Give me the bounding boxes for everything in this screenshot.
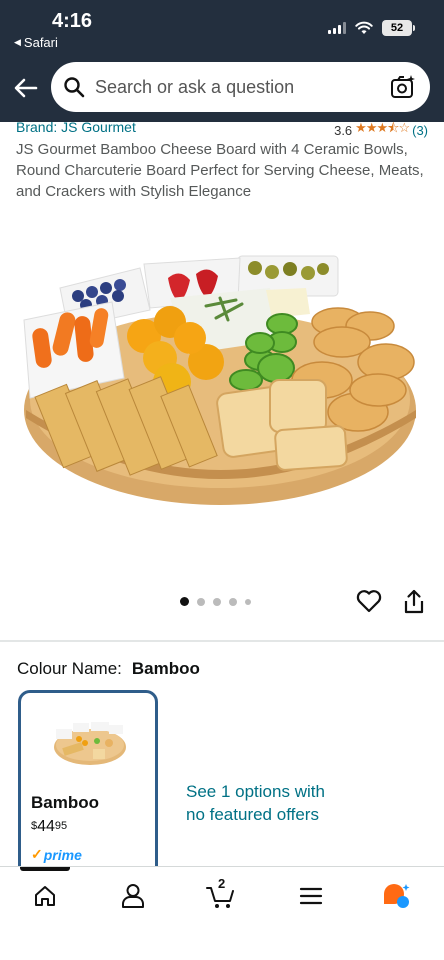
prime-check-icon: ✓ [31, 846, 43, 862]
price-whole: 44 [37, 818, 55, 835]
cellular-signal-icon [328, 22, 346, 34]
prime-badge: ✓ prime [31, 846, 82, 863]
carousel-dot[interactable] [180, 597, 189, 606]
search-bar[interactable] [51, 62, 430, 112]
share-icon[interactable] [403, 589, 425, 615]
back-arrow-icon[interactable] [12, 74, 40, 102]
variant-name: Bamboo [31, 793, 99, 812]
battery-icon: 52 [382, 20, 415, 36]
see-options-link[interactable]: See 1 options with no featured offers [186, 780, 336, 826]
nav-home[interactable] [30, 881, 60, 911]
wifi-icon [355, 21, 373, 34]
colour-value: Bamboo [131, 659, 200, 678]
rating-count: (3) [412, 122, 428, 138]
brand-link[interactable]: Brand: JS Gourmet [16, 119, 136, 141]
search-input[interactable] [95, 76, 390, 98]
variant-price: $ 44 95 [31, 818, 67, 836]
nav-cart[interactable]: 2 [206, 876, 236, 911]
back-to-safari[interactable]: ◀ Safari [14, 35, 58, 50]
status-icons: 52 [328, 20, 415, 36]
variant-thumbnail [54, 722, 126, 765]
colour-label: Colour Name: [17, 659, 122, 678]
carousel-dot[interactable] [229, 597, 237, 606]
rufus-assistant-icon [384, 884, 410, 908]
nav-account[interactable] [118, 881, 148, 911]
hamburger-menu-icon [299, 887, 323, 905]
section-divider [0, 640, 444, 642]
image-carousel-dots [180, 597, 251, 606]
rating-summary[interactable]: 3.6 ★★★⯪☆ (3) [334, 119, 428, 141]
back-triangle-icon: ◀ [14, 37, 21, 47]
nav-active-indicator [20, 867, 70, 871]
price-fraction: 95 [54, 820, 68, 832]
search-icon [64, 77, 85, 98]
app-header: 4:16 ◀ Safari 52 [0, 0, 444, 122]
back-app-label: Safari [23, 35, 58, 50]
colour-selector-label: Colour Name: Bamboo [17, 659, 200, 679]
home-icon [35, 886, 55, 906]
carousel-dot[interactable] [197, 597, 205, 606]
product-image[interactable] [20, 250, 424, 512]
prime-label: prime [43, 846, 82, 863]
cart-count: 2 [218, 876, 226, 891]
bottom-nav: 2 [0, 866, 444, 960]
rating-value: 3.6 [334, 122, 353, 138]
star-rating-icon: ★★★⯪☆ [355, 120, 410, 135]
status-time: 4:16 [52, 10, 93, 32]
nav-rufus[interactable] [382, 881, 412, 911]
nav-menu[interactable] [296, 881, 326, 911]
camera-lens-icon[interactable] [390, 74, 416, 100]
brand-rating-row: Brand: JS Gourmet 3.6 ★★★⯪☆ (3) [16, 119, 428, 141]
carousel-dot[interactable] [213, 597, 221, 606]
heart-icon[interactable] [356, 589, 382, 613]
carousel-dot[interactable] [245, 598, 251, 605]
person-icon [122, 884, 144, 908]
variant-card-bamboo[interactable]: Bamboo $ 44 95 ✓ prime [18, 690, 158, 890]
product-title: JS Gourmet Bamboo Cheese Board with 4 Ce… [16, 141, 424, 200]
